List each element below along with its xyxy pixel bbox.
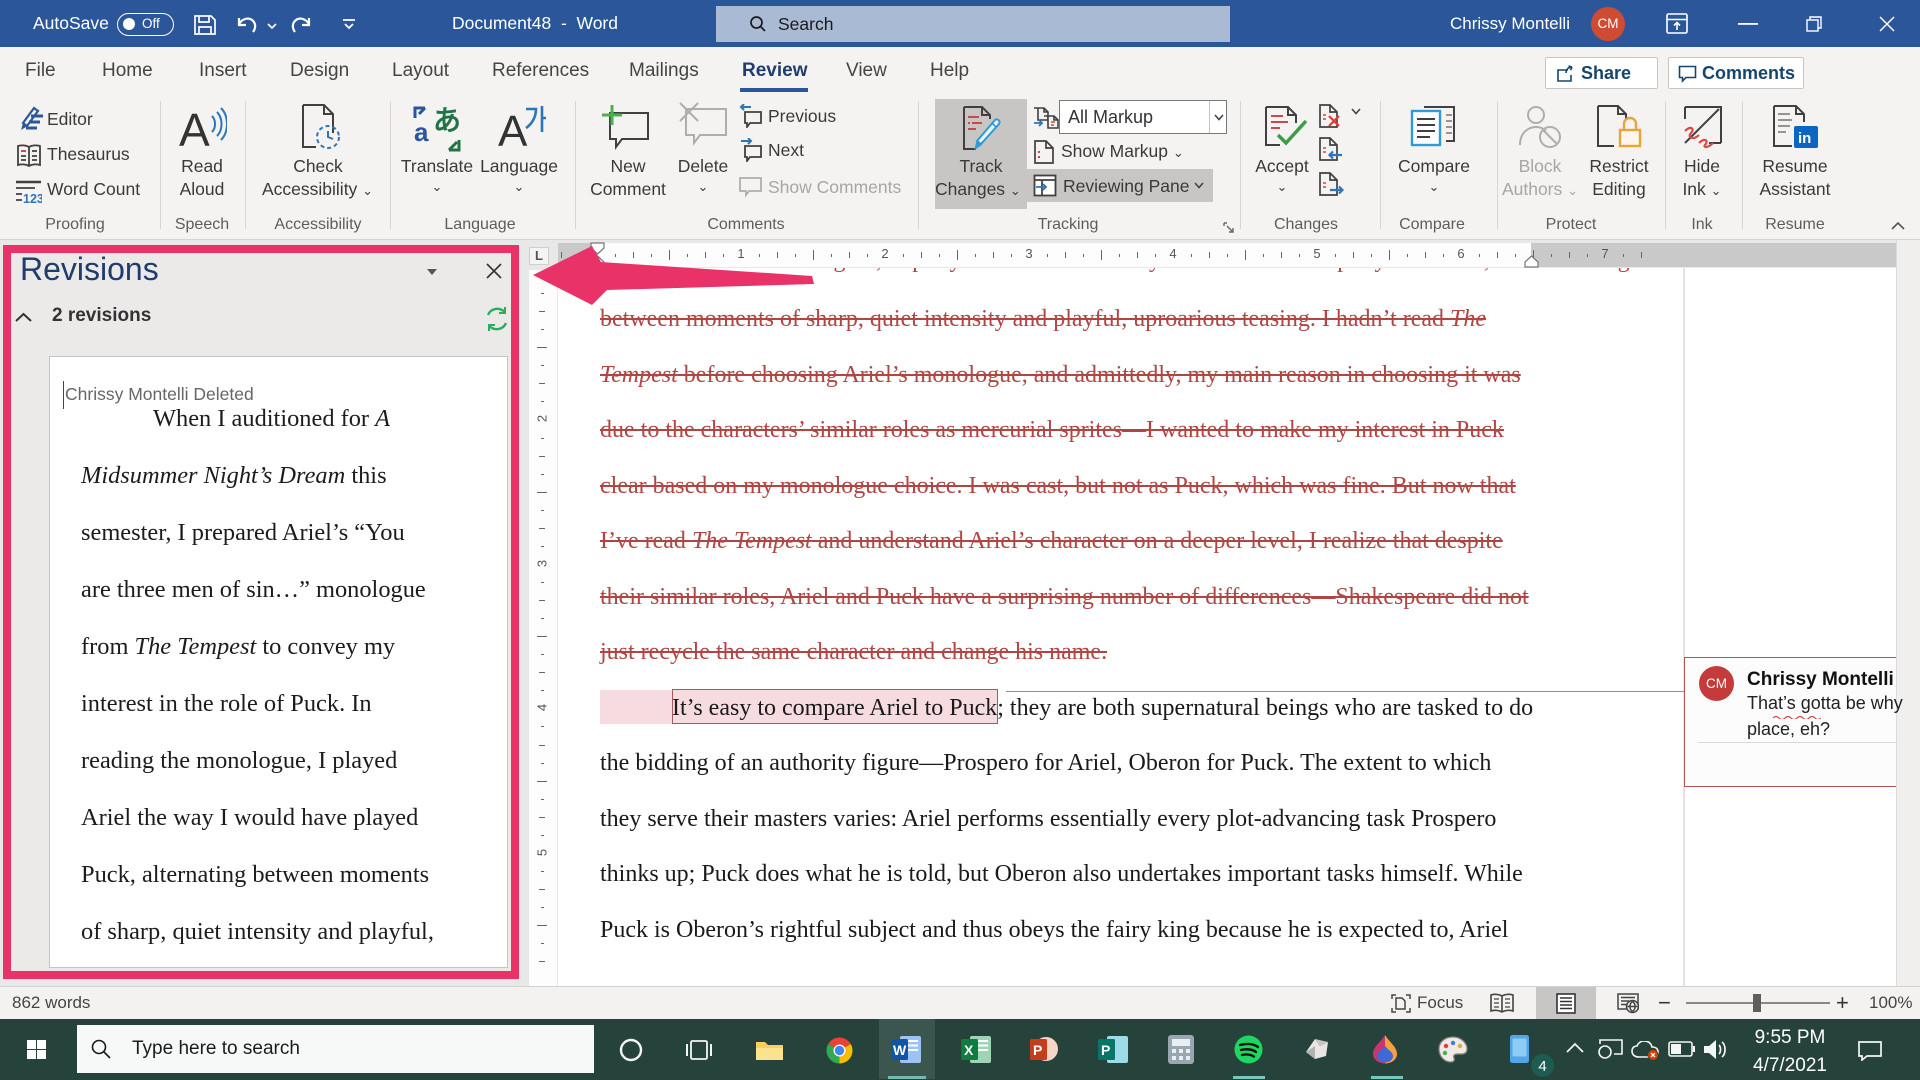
svg-text:P: P	[1033, 1042, 1042, 1058]
svg-text:W: W	[893, 1042, 907, 1058]
svg-text:123: 123	[23, 192, 42, 204]
svg-text:A: A	[498, 107, 528, 154]
svg-text:あ: あ	[433, 105, 461, 136]
svg-text:in: in	[1798, 130, 1811, 147]
svg-text:X: X	[964, 1042, 974, 1058]
svg-text:P: P	[1101, 1042, 1110, 1058]
svg-text:A: A	[179, 104, 210, 154]
svg-text:a: a	[414, 117, 429, 147]
